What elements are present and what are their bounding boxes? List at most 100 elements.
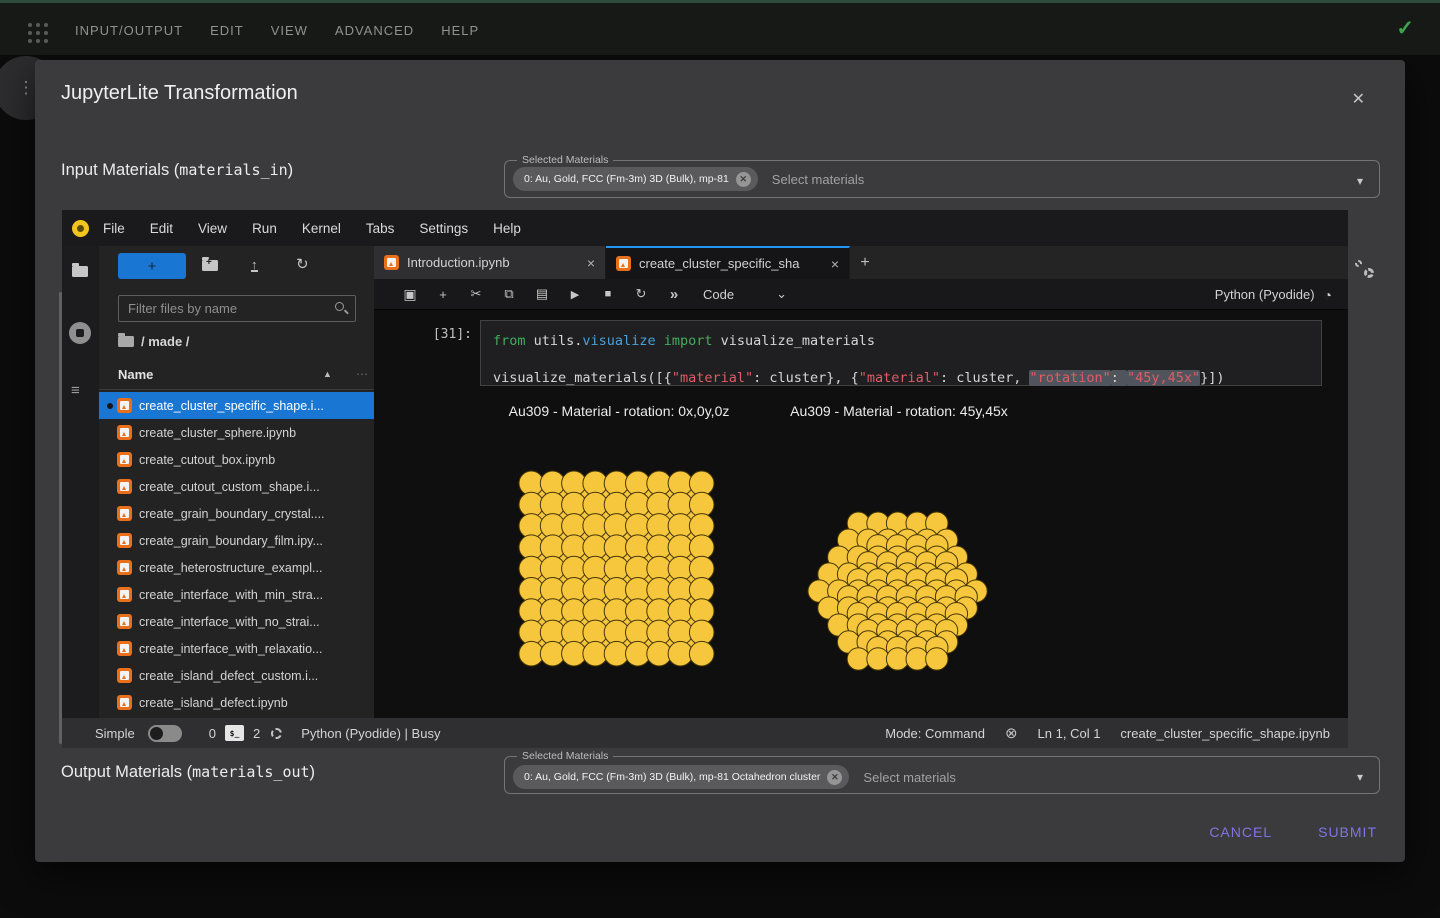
top-menu-item[interactable]: INPUT/OUTPUT — [75, 23, 183, 38]
run-icon[interactable]: ▶ — [565, 288, 585, 301]
file-item[interactable]: create_grain_boundary_crystal.... — [99, 500, 374, 527]
dialog-actions: CANCEL SUBMIT — [1209, 824, 1377, 840]
input-materials-select[interactable]: Selected Materials 0: Au, Gold, FCC (Fm-… — [504, 154, 1380, 198]
jupyter-menu-item[interactable]: Help — [493, 221, 521, 236]
file-browser-panel: + ↑ ↻ / made / Name ▲ ⋯ create_c — [99, 246, 374, 718]
paste-icon[interactable]: ▤ — [532, 286, 552, 302]
table-of-contents-tab-icon[interactable]: ≡ — [71, 382, 80, 399]
copy-icon[interactable]: ⧉ — [499, 286, 519, 302]
jupyter-menu-item[interactable]: Tabs — [366, 221, 395, 236]
top-menu-item[interactable]: EDIT — [210, 23, 244, 38]
notebook-toolbar: ▣+✂⧉▤▶■↻» Code ⌄ Python (Pyodide) ◔ — [374, 279, 1348, 310]
tabs-container: Introduction.ipynb×create_cluster_specif… — [374, 246, 850, 279]
jupyter-menu-item[interactable]: Edit — [150, 221, 173, 236]
code-token: "material" — [672, 370, 753, 386]
new-tab-icon[interactable]: + — [850, 246, 880, 279]
jupyterlite-transformation-dialog: JupyterLite Transformation ✕ Input Mater… — [35, 60, 1405, 862]
chip-remove-icon[interactable]: ✕ — [736, 172, 751, 187]
notebook-tab[interactable]: create_cluster_specific_sha× — [606, 246, 850, 279]
trust-shield-icon[interactable]: ⊗ — [1005, 724, 1018, 742]
command-mode-indicator[interactable]: Mode: Command — [885, 726, 985, 741]
material-chip[interactable]: 0: Au, Gold, FCC (Fm-3m) 3D (Bulk), mp-8… — [513, 167, 758, 191]
file-item[interactable]: create_cutout_custom_shape.i... — [99, 473, 374, 500]
terminal-icon[interactable]: $_ — [225, 725, 244, 741]
file-item[interactable]: create_island_defect.ipynb — [99, 689, 374, 716]
sort-ascending-icon[interactable]: ▲ — [323, 369, 332, 379]
new-folder-icon[interactable] — [202, 260, 218, 271]
file-list-header[interactable]: Name ▲ ⋯ — [99, 361, 374, 390]
dropdown-caret-icon[interactable]: ▾ — [1357, 770, 1363, 784]
cell-type-caret-icon[interactable]: ⌄ — [776, 286, 787, 302]
submit-button[interactable]: SUBMIT — [1318, 824, 1377, 840]
app-launcher-icon[interactable] — [28, 23, 32, 27]
file-item[interactable]: create_grain_boundary_film.ipy... — [99, 527, 374, 554]
file-item[interactable]: create_island_defect_custom.i... — [99, 662, 374, 689]
notebook-content: [31]: from utils.visualize import visual… — [374, 310, 1348, 718]
jupyter-menu-item[interactable]: View — [198, 221, 227, 236]
file-item[interactable]: create_cutout_box.ipynb — [99, 446, 374, 473]
label-code: materials_out — [192, 763, 309, 781]
new-launcher-button[interactable]: + — [118, 253, 186, 279]
chip-remove-icon[interactable]: ✕ — [827, 770, 842, 785]
file-name: create_interface_with_no_strai... — [139, 615, 320, 629]
header-overflow-icon[interactable]: ⋯ — [356, 367, 368, 381]
file-item[interactable]: create_heterostructure_exampl... — [99, 554, 374, 581]
dialog-scrollbar[interactable] — [59, 292, 62, 744]
restart-icon[interactable]: ↻ — [631, 286, 651, 302]
file-item[interactable]: create_cluster_sphere.ipynb — [99, 419, 374, 446]
select-materials-placeholder[interactable]: Select materials — [863, 770, 955, 785]
cursor-position[interactable]: Ln 1, Col 1 — [1038, 726, 1101, 741]
jupyter-menu-item[interactable]: Run — [252, 221, 277, 236]
material-chip[interactable]: 0: Au, Gold, FCC (Fm-3m) 3D (Bulk), mp-8… — [513, 765, 849, 789]
cluster-visualization-0x0y0z — [518, 470, 715, 667]
output-materials-select[interactable]: Selected Materials 0: Au, Gold, FCC (Fm-… — [504, 750, 1380, 794]
top-menu-item[interactable]: HELP — [441, 23, 479, 38]
stop-icon[interactable]: ■ — [598, 288, 618, 300]
notebook-file-icon — [117, 425, 132, 440]
terminals-count[interactable]: 0 — [209, 726, 216, 741]
close-icon[interactable]: ✕ — [1352, 89, 1365, 109]
search-icon — [335, 302, 344, 311]
tab-close-icon[interactable]: × — [831, 256, 839, 272]
top-menu-item[interactable]: ADVANCED — [335, 23, 414, 38]
file-item[interactable]: create_interface_with_no_strai... — [99, 608, 374, 635]
file-name: create_grain_boundary_film.ipy... — [139, 534, 323, 548]
file-item[interactable]: create_cluster_specific_shape.i... — [99, 392, 374, 419]
code-token — [656, 333, 664, 349]
code-token: "45y,45x" — [1127, 370, 1200, 386]
upload-icon[interactable]: ↑ — [251, 259, 258, 272]
kernels-count[interactable]: 2 — [253, 726, 260, 741]
running-kernels-tab-icon[interactable] — [69, 322, 91, 344]
tab-close-icon[interactable]: × — [587, 255, 595, 271]
restart-run-all-icon[interactable]: » — [664, 286, 684, 303]
name-column-header[interactable]: Name — [118, 367, 153, 382]
code-cell-editor[interactable]: from utils.visualize import visualize_ma… — [480, 320, 1322, 386]
cut-icon[interactable]: ✂ — [466, 286, 486, 302]
notebook-tab[interactable]: Introduction.ipynb× — [374, 246, 606, 279]
kernel-sessions-icon[interactable] — [271, 728, 282, 739]
label-text: ) — [288, 161, 294, 179]
cancel-button[interactable]: CANCEL — [1209, 824, 1272, 840]
activity-bar: ≡ — [62, 246, 99, 718]
select-materials-placeholder[interactable]: Select materials — [772, 172, 864, 187]
jupyter-menu-item[interactable]: Kernel — [302, 221, 341, 236]
insert-cell-icon[interactable]: + — [433, 287, 453, 302]
jupyter-menu: File Edit View Run Kernel Tabs Settings Help — [103, 221, 521, 236]
refresh-icon[interactable]: ↻ — [296, 255, 309, 273]
top-menu-item[interactable]: VIEW — [271, 23, 308, 38]
cell-type-select[interactable]: Code — [703, 287, 734, 302]
file-item[interactable]: create_interface_with_relaxatio... — [99, 635, 374, 662]
breadcrumb[interactable]: / made / — [118, 334, 189, 349]
widget-settings-gears-icon[interactable] — [1355, 260, 1381, 286]
file-item[interactable]: create_interface_with_min_stra... — [99, 581, 374, 608]
notebook-file-icon — [384, 255, 399, 270]
kernel-name-button[interactable]: Python (Pyodide) — [1215, 287, 1315, 302]
save-icon[interactable]: ▣ — [400, 286, 420, 303]
simple-mode-toggle[interactable] — [148, 725, 182, 742]
jupyter-menu-item[interactable]: Settings — [419, 221, 468, 236]
filter-files-input[interactable] — [118, 295, 356, 322]
kernel-status-text[interactable]: Python (Pyodide) | Busy — [301, 726, 440, 741]
file-browser-tab-icon[interactable] — [72, 266, 88, 277]
dropdown-caret-icon[interactable]: ▾ — [1357, 174, 1363, 188]
jupyter-menu-item[interactable]: File — [103, 221, 125, 236]
